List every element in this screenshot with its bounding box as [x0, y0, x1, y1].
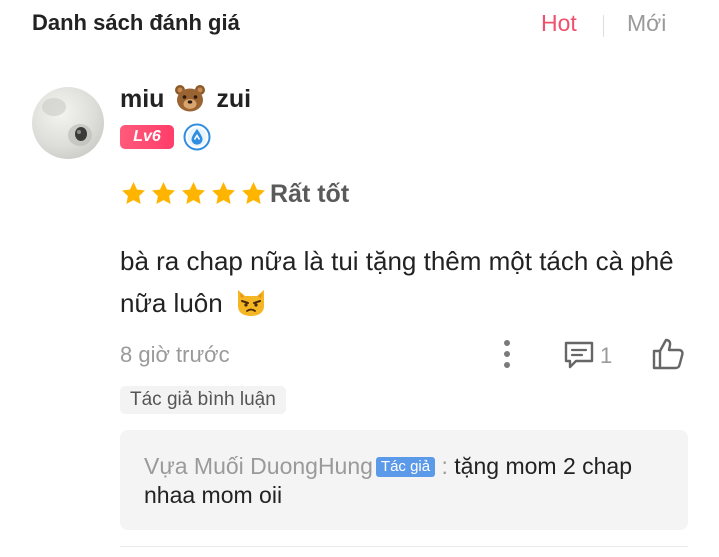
pouting-cat-icon [237, 290, 264, 316]
reply-content: Vựa Muối DuongHung Tác giả : tặng mom 2 c… [144, 452, 674, 510]
star-icon [182, 182, 205, 204]
author-badge: Tác giả [375, 457, 436, 477]
reply-box[interactable]: Vựa Muối DuongHung Tác giả : tặng mom 2 c… [120, 430, 688, 530]
reply-comment-icon[interactable] [562, 339, 596, 371]
water-drop-badge-icon[interactable] [183, 123, 211, 151]
rating-label: Rất tốt [270, 180, 350, 208]
review-list-page: Danh sách đánh giá Hot Mới miu zui Lv6 R… [0, 0, 719, 557]
more-options-icon[interactable] [497, 338, 517, 370]
username-part: miu [120, 85, 165, 113]
avatar[interactable] [32, 87, 104, 159]
star-icon [212, 182, 235, 204]
username[interactable]: miu zui [120, 84, 251, 114]
username-part: zui [216, 85, 252, 113]
reply-separator: : [441, 453, 448, 479]
level-badge: Lv6 [120, 125, 174, 149]
thumbs-up-icon[interactable] [650, 336, 686, 372]
reply-count: 1 [600, 343, 613, 368]
divider [120, 546, 688, 547]
section-title: Danh sách đánh giá [32, 10, 240, 35]
star-icon [122, 182, 145, 204]
comment-body: bà ra chap nữa là tui tặng thêm một tách… [120, 240, 690, 324]
rating-stars [120, 180, 267, 210]
sort-hot-tab[interactable]: Hot [541, 10, 577, 37]
reply-author-name[interactable]: Vựa Muối DuongHung [144, 453, 373, 479]
avatar-image [42, 98, 92, 146]
sort-new-tab[interactable]: Mới [627, 10, 666, 37]
comment-text: bà ra chap nữa là tui tặng thêm một tách… [120, 246, 674, 318]
bear-face-icon [175, 85, 206, 112]
timestamp: 8 giờ trước [120, 342, 230, 367]
star-icon [242, 182, 265, 204]
author-commented-tag: Tác giả bình luận [120, 386, 286, 414]
sort-divider [603, 15, 604, 37]
star-icon [152, 182, 175, 204]
